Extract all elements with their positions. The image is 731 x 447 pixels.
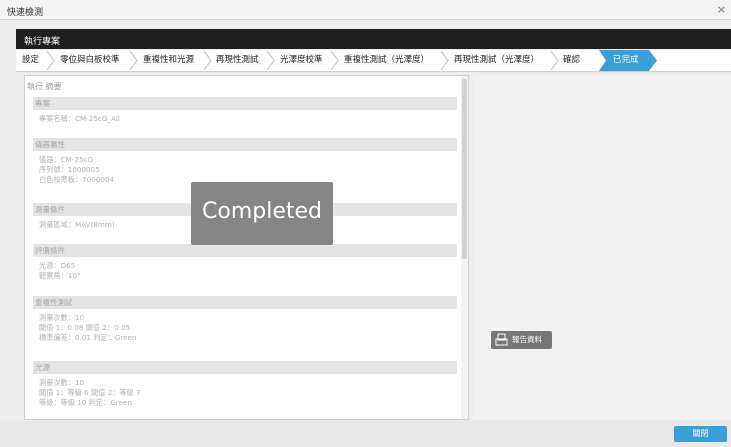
- summary-title: 執行 摘要: [27, 82, 62, 91]
- wizard-steps: 設定 零位與白板校準 重複性和光源 再現性測試 光澤度校準 重複性測試（光澤度）…: [16, 50, 731, 72]
- section-line: 觀察角：10°: [39, 271, 81, 280]
- window-titlebar: 快速檢測 ×: [0, 0, 731, 20]
- step-completed: 已完成: [599, 50, 657, 71]
- bottom-bar: [0, 420, 731, 447]
- step-separator-icon: [440, 51, 449, 70]
- close-icon[interactable]: ×: [717, 3, 726, 16]
- summary-scrollbar[interactable]: [461, 76, 468, 419]
- step-repeatability-light[interactable]: 重複性和光源: [143, 50, 194, 71]
- project-header-label: 執行專案: [24, 37, 61, 47]
- section-project: 專案 專案名稱：CM-25cG_All: [33, 97, 457, 124]
- section-line: 標準偏差：0.01 判定：Green: [39, 333, 137, 342]
- right-panel: [473, 75, 731, 420]
- step-zero-white-calibration[interactable]: 零位與白板校準: [60, 50, 120, 71]
- section-line: 專案名稱：CM-25cG_All: [39, 114, 120, 123]
- section-line: 測量次數：10: [39, 378, 85, 387]
- step-separator-icon: [46, 51, 55, 70]
- section-light-source: 光源 測量次數：10 閾值 1：等級 6 閾值 2：等級 7 等級：等級 10 …: [33, 361, 457, 408]
- section-line: 光源：D65: [39, 261, 76, 270]
- step-separator-icon: [550, 51, 559, 70]
- step-reproducibility[interactable]: 再現性測試: [216, 50, 259, 71]
- step-settings[interactable]: 設定: [22, 50, 39, 71]
- step-separator-icon: [266, 51, 275, 70]
- report-data-button[interactable]: 報告資料: [491, 331, 552, 349]
- section-header: 光源: [33, 361, 457, 374]
- section-instrument: 儀器屬性 儀器：CM-25cG 序列號：1000005 白色校準板：700000…: [33, 138, 457, 185]
- close-button[interactable]: 關閉: [674, 426, 727, 442]
- project-header: 執行專案: [16, 29, 731, 49]
- section-header: 重複性測試: [33, 296, 457, 309]
- step-separator-icon: [203, 51, 212, 70]
- section-line: 測量次數：10: [39, 313, 85, 322]
- section-repeatability-test: 重複性測試 測量次數：10 閾值 1：0.08 閾值 2：0.05 標準偏差：0…: [33, 296, 457, 343]
- step-separator-icon: [129, 51, 138, 70]
- section-line: 等級：等級 10 判定：Green: [39, 398, 132, 407]
- step-reproducibility-gloss[interactable]: 再現性測試（光澤度）: [454, 50, 539, 71]
- section-line: 序列號：1000005: [39, 165, 100, 174]
- step-separator-icon: [330, 51, 339, 70]
- section-header: 專案: [33, 97, 457, 110]
- section-header: 儀器屬性: [33, 138, 457, 151]
- completed-overlay: Completed: [191, 182, 333, 245]
- window-title: 快速檢測: [7, 8, 44, 18]
- report-icon: [495, 333, 508, 346]
- section-line: 閾值 1：0.08 閾值 2：0.05: [39, 323, 131, 332]
- scrollbar-thumb[interactable]: [462, 79, 467, 259]
- step-confirm[interactable]: 確認: [563, 50, 580, 71]
- section-line: 閾值 1：等級 6 閾值 2：等級 7: [39, 388, 141, 397]
- step-repeatability-gloss[interactable]: 重複性測試（光澤度）: [344, 50, 429, 71]
- section-header: 評價條件: [33, 244, 457, 257]
- summary-panel: 執行 摘要 專案 專案名稱：CM-25cG_All 儀器屬性 儀器：CM-25c…: [24, 75, 469, 420]
- section-line: 儀器：CM-25cG: [39, 155, 94, 164]
- step-completed-label: 已完成: [613, 55, 639, 65]
- report-data-label: 報告資料: [512, 335, 542, 344]
- step-gloss-calibration[interactable]: 光澤度校準: [280, 50, 323, 71]
- section-evaluation-conditions: 評價條件 光源：D65 觀察角：10°: [33, 244, 457, 281]
